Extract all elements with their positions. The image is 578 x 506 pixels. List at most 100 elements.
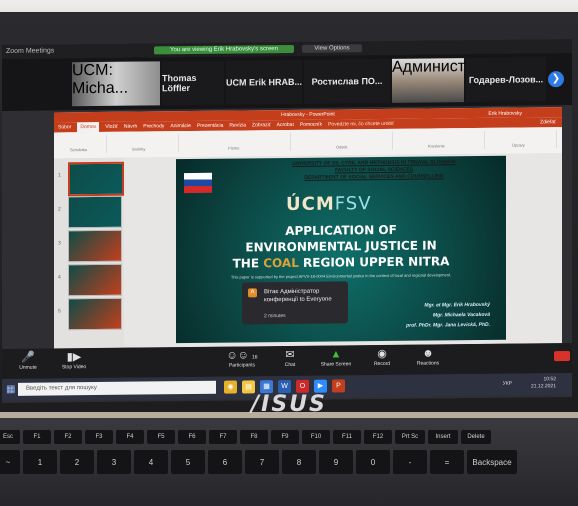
reactions-icon: ☻ <box>422 347 434 360</box>
asus-logo: /ISUS <box>251 392 327 417</box>
participant-tile[interactable]: Thomas Löffler <box>162 60 224 106</box>
key[interactable]: F1 <box>23 430 51 444</box>
zoom-icon[interactable]: ▶ <box>314 379 327 393</box>
view-options-button[interactable]: View Options <box>302 44 362 53</box>
reactions-button[interactable]: ☻ Reactions <box>406 346 450 366</box>
key[interactable]: ~ <box>0 450 20 474</box>
ribbon-group-label: Snímky <box>132 146 146 152</box>
slide-thumbnail[interactable] <box>68 161 124 197</box>
next-page-arrow-icon[interactable]: ❯ <box>548 71 564 88</box>
key[interactable]: 3 <box>97 450 131 474</box>
key[interactable]: 5 <box>171 450 205 474</box>
sender-avatar-icon: A <box>248 288 257 298</box>
menu-insert[interactable]: Vložiť <box>105 122 118 132</box>
admin-video-tile[interactable]: Администрат... <box>392 58 501 103</box>
chat-notification-time: 2 minutes <box>264 313 286 320</box>
key[interactable]: 2 <box>60 450 94 474</box>
input-language[interactable]: УКР <box>503 381 512 387</box>
menu-transitions[interactable]: Prechody <box>143 121 164 131</box>
menu-view[interactable]: Zobraziť <box>252 120 271 130</box>
thumb-number: 5 <box>58 308 61 315</box>
key[interactable]: F11 <box>333 430 361 444</box>
key[interactable]: 4 <box>134 450 168 474</box>
key[interactable]: = <box>430 450 464 474</box>
record-button[interactable]: ◉ Record <box>360 347 404 367</box>
share-button[interactable]: Zdieľať <box>540 117 556 127</box>
end-meeting-button[interactable] <box>554 351 570 362</box>
slide-title-line1: APPLICATION OF <box>285 222 397 239</box>
author-line: prof. PhDr. Mgr. Jana Levická, PhD. <box>406 321 490 329</box>
record-icon: ◉ <box>377 347 387 361</box>
menu-acrobat[interactable]: Acrobat <box>277 120 294 130</box>
self-video-tile[interactable]: UCM: Micha... <box>72 61 160 107</box>
chat-notification[interactable]: A Вітає Адміністратор конференції to Eve… <box>242 281 348 325</box>
ribbon-group-drawing[interactable]: Kreslenie <box>394 130 485 150</box>
system-clock[interactable]: 10:52 21.12.2021 <box>531 376 556 390</box>
key[interactable]: 7 <box>245 450 279 474</box>
menu-home[interactable]: Domov <box>77 121 100 133</box>
powerpoint-title: Hrabovsky - PowerPoint <box>281 111 335 119</box>
key[interactable]: 8 <box>282 450 316 474</box>
key[interactable]: 1 <box>23 450 57 474</box>
key[interactable]: F5 <box>147 430 175 444</box>
button-label: Record <box>373 360 391 368</box>
chat-icon: ✉ <box>285 348 295 362</box>
key[interactable]: 9 <box>319 450 353 474</box>
participant-name: Годарев-Лозов... <box>468 74 544 86</box>
key[interactable]: 6 <box>208 450 242 474</box>
ribbon-group-font[interactable]: Písmo <box>180 132 291 153</box>
key[interactable]: Backspace <box>467 450 517 474</box>
key[interactable]: F6 <box>178 430 206 444</box>
stop-video-button[interactable]: ▮▶ Stop Video <box>52 350 96 370</box>
slide-thumbnail[interactable] <box>68 195 122 229</box>
ribbon-group-label: Písmo <box>228 145 240 151</box>
key[interactable]: F8 <box>240 430 268 444</box>
opera-icon[interactable]: O <box>296 379 309 393</box>
menu-file[interactable]: Súbor <box>58 122 71 132</box>
unmute-button[interactable]: 🎤 Unmute <box>6 350 50 371</box>
key[interactable]: F9 <box>271 430 299 444</box>
menu-help[interactable]: Pomocník <box>300 120 322 130</box>
number-key-row: ~ 1 2 3 4 5 6 7 8 9 0 - = Backspace <box>0 450 578 474</box>
chat-button[interactable]: ✉ Chat <box>268 348 312 368</box>
slide-title-line3: THE COAL REGION UPPER NITRA <box>176 254 506 271</box>
powerpoint-icon[interactable]: P <box>332 379 345 393</box>
participant-name: UCM Erik HRAB... <box>226 76 303 88</box>
menu-review[interactable]: Revízia <box>229 120 246 130</box>
tell-me-search[interactable]: Povedzte mi, čo chcete urobiť <box>328 119 394 130</box>
slide-thumbnail[interactable] <box>68 263 122 297</box>
menu-design[interactable]: Návrh <box>124 122 137 132</box>
key[interactable]: F10 <box>302 430 330 444</box>
ribbon-group-clipboard[interactable]: Schránka <box>56 134 107 154</box>
menu-slideshow[interactable]: Prezentácia <box>197 121 223 131</box>
participants-button[interactable]: ☺☺ 16 Participants <box>220 348 264 368</box>
key[interactable]: Esc <box>0 430 20 444</box>
participant-name: Ростислав ПО... <box>311 76 383 87</box>
key[interactable]: Insert <box>428 430 458 444</box>
slide-thumbnail[interactable] <box>68 229 122 263</box>
ribbon-group-editing[interactable]: Úpravy <box>486 130 557 149</box>
key[interactable]: F4 <box>116 430 144 444</box>
key[interactable]: - <box>393 450 427 474</box>
share-screen-button[interactable]: ▲ Share Screen <box>314 347 358 367</box>
key[interactable]: 0 <box>356 450 390 474</box>
key[interactable]: Delete <box>461 430 491 444</box>
microphone-off-icon: 🎤 <box>21 351 35 364</box>
ribbon-group-label: Schránka <box>70 147 87 153</box>
ribbon-group-slides[interactable]: Snímky <box>108 134 179 153</box>
ribbon-group-paragraph[interactable]: Odsek <box>292 131 393 151</box>
key[interactable]: Prt Sc <box>395 430 425 444</box>
key[interactable]: F2 <box>54 430 82 444</box>
menu-animations[interactable]: Animácie <box>170 121 191 131</box>
participant-tile[interactable]: Ростислав ПО... <box>304 58 390 104</box>
thumb-number: 1 <box>58 172 61 179</box>
self-video-label: UCM: Micha... <box>72 61 129 98</box>
button-label: Participants <box>228 362 256 369</box>
key[interactable]: F3 <box>85 430 113 444</box>
key[interactable]: F12 <box>364 430 392 444</box>
slide-thumbnails-panel: 1 2 3 4 5 <box>54 157 124 349</box>
participant-tile[interactable]: UCM Erik HRAB... <box>226 59 303 105</box>
participant-tile[interactable]: Годарев-Лозов... <box>466 57 546 103</box>
slide-thumbnail[interactable] <box>68 297 122 331</box>
key[interactable]: F7 <box>209 430 237 444</box>
